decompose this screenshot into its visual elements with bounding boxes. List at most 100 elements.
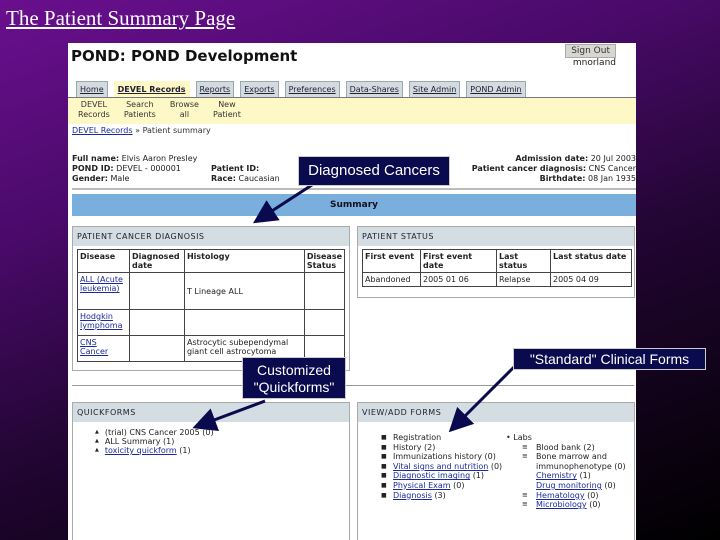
lab-form-item[interactable]: Blood bank (2) — [522, 442, 634, 453]
column-header: Diagnosed date — [128, 249, 185, 273]
form-item[interactable]: Registration — [381, 433, 503, 443]
patient-id-label: Patient ID: — [211, 164, 260, 173]
tab-data-shares[interactable]: Data-Shares — [345, 81, 403, 97]
panel-title: Patient Status — [358, 227, 634, 246]
histology-cell: T Lineage ALL — [183, 272, 305, 310]
subnav-devel-records[interactable]: DEVEL Records — [78, 100, 110, 124]
subnav-label: Browse — [169, 100, 199, 109]
subnav-label: all — [179, 110, 190, 119]
table-header-row: Disease Diagnosed date Histology Disease… — [77, 249, 346, 273]
labs-list: Blood bank (2) Bone marrow and immunophe… — [506, 443, 634, 510]
quickform-label[interactable]: (trial) CNS Cancer 2005 — [105, 428, 200, 437]
breadcrumb: DEVEL Records » Patient summary — [72, 126, 211, 135]
subnav-label: Records — [78, 110, 110, 119]
form-count: (0) — [490, 461, 503, 471]
admission-label: Admission date: — [515, 154, 589, 163]
column-header: Last status — [496, 249, 551, 273]
app-title: POND: POND Development — [71, 47, 298, 65]
form-link[interactable]: Microbiology — [536, 500, 587, 509]
form-count: (0) — [604, 480, 616, 490]
form-label[interactable]: Bone marrow and immunophenotype — [536, 452, 612, 471]
form-item[interactable]: Immunizations history (0) — [381, 452, 503, 462]
lab-form-item[interactable]: Bone marrow and immunophenotype (0) — [522, 452, 634, 471]
patient-info-mid: Patient ID: Race: Caucasian — [211, 164, 280, 184]
bullet-icon: • — [506, 433, 511, 442]
form-count: (0) — [589, 500, 601, 510]
quickforms-list: (trial) CNS Cancer 2005 (0) ALL Summary … — [73, 422, 349, 455]
form-link[interactable]: Hematology — [536, 491, 585, 500]
form-count: (1) — [472, 471, 485, 481]
patient-info-right: Admission date: 20 Jul 2003 Patient canc… — [472, 154, 636, 184]
column-header: Histology — [183, 249, 305, 273]
form-link[interactable]: Diagnostic imaging — [393, 471, 470, 480]
column-header: First event — [362, 249, 421, 273]
quickform-count: (1) — [163, 437, 175, 446]
tab-devel-records[interactable]: DEVEL Records — [113, 81, 190, 97]
diagnosed-date-cell — [128, 309, 185, 336]
form-link[interactable]: Vital signs and nutrition — [393, 462, 488, 471]
lab-form-item[interactable]: Drug monitoring (0) — [536, 481, 634, 491]
screenshot-panel: POND: POND Development Sign Out mnorland… — [68, 43, 636, 540]
quickform-link[interactable]: toxicity quickform — [105, 446, 177, 455]
tab-reports[interactable]: Reports — [195, 81, 235, 97]
disease-link[interactable]: ALL (Acute leukemia) — [80, 275, 123, 293]
table-row: Hodgkin lymphoma — [77, 309, 346, 336]
form-count: (2) — [583, 442, 595, 452]
info-divider — [72, 188, 636, 190]
patient-status-panel: Patient Status First event First event d… — [357, 226, 635, 298]
form-item[interactable]: Physical Exam (0) — [381, 480, 503, 491]
summary-bar: Summary — [72, 194, 636, 216]
table-header-row: First event First event date Last status… — [362, 249, 632, 273]
quickform-item[interactable]: (trial) CNS Cancer 2005 (0) — [95, 428, 349, 437]
section-divider — [72, 385, 634, 386]
disease-link[interactable]: Hodgkin lymphoma — [80, 312, 123, 330]
form-count: (1) — [579, 471, 591, 481]
column-header: First event date — [420, 249, 497, 273]
lab-form-item[interactable]: Hematology (0) — [522, 490, 634, 501]
pond-id-value: DEVEL - 000001 — [116, 164, 181, 173]
form-item[interactable]: History (2) — [381, 443, 503, 453]
quickform-label[interactable]: ALL Summary — [105, 437, 161, 446]
lab-form-item[interactable]: Microbiology (0) — [522, 500, 634, 510]
quickform-item[interactable]: toxicity quickform (1) — [95, 446, 349, 455]
form-label[interactable]: Blood bank — [536, 443, 581, 452]
callout-line: Customized — [257, 362, 331, 378]
disease-link[interactable]: CNS Cancer — [80, 338, 108, 356]
tab-pond-admin[interactable]: POND Admin — [466, 81, 526, 97]
lab-form-item[interactable]: Chemistry (1) — [536, 471, 634, 481]
gender-value: Male — [110, 174, 130, 183]
form-count: (0) — [587, 490, 599, 500]
subnav-new-patient[interactable]: New Patient — [213, 100, 241, 124]
diagnosed-date-cell — [128, 335, 185, 362]
form-count: (0) — [453, 480, 465, 490]
status-cell — [303, 272, 346, 310]
form-link[interactable]: Drug monitoring — [536, 481, 602, 490]
breadcrumb-link[interactable]: DEVEL Records — [72, 126, 133, 135]
subnav-browse-all[interactable]: Browse all — [170, 100, 199, 124]
subnav-search-patients[interactable]: Search Patients — [124, 100, 156, 124]
tab-home[interactable]: Home — [76, 81, 108, 97]
race-value: Caucasian — [238, 174, 280, 183]
form-link[interactable]: Diagnosis — [393, 491, 432, 500]
form-link[interactable]: Physical Exam — [393, 481, 451, 490]
form-label[interactable]: Registration — [393, 433, 441, 442]
callout-standard-forms: "Standard" Clinical Forms — [513, 348, 706, 370]
form-label[interactable]: Immunizations history — [393, 452, 482, 461]
breadcrumb-current: Patient summary — [142, 126, 211, 135]
tab-site-admin[interactable]: Site Admin — [408, 81, 461, 97]
labs-label: Labs — [513, 433, 532, 442]
panel-title: Patient Cancer Diagnosis — [73, 227, 349, 246]
race-label: Race: — [211, 174, 236, 183]
table-row: Abandoned 2005 01 06 Relapse 2005 04 09 — [362, 272, 632, 287]
quickform-item[interactable]: ALL Summary (1) — [95, 437, 349, 446]
form-item[interactable]: Vital signs and nutrition (0) — [381, 461, 503, 472]
callout-line: "Quickforms" — [253, 379, 335, 395]
form-item[interactable]: Diagnostic imaging (1) — [381, 471, 503, 481]
tab-preferences[interactable]: Preferences — [284, 81, 340, 97]
sign-out-button[interactable]: Sign Out — [565, 44, 616, 58]
form-item[interactable]: Diagnosis (3) — [381, 491, 503, 501]
tab-exports[interactable]: Exports — [240, 81, 279, 97]
column-header: Disease — [77, 249, 130, 273]
form-link[interactable]: Chemistry — [536, 471, 577, 480]
form-label[interactable]: History — [393, 443, 421, 452]
